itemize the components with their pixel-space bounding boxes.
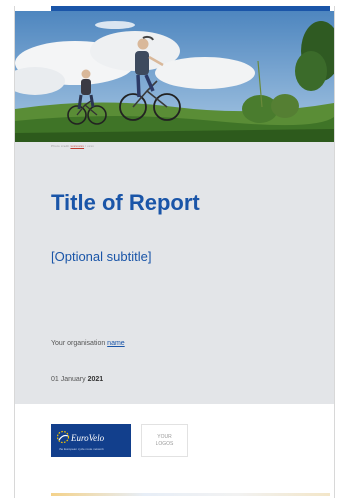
report-title: Title of Report [51, 190, 200, 215]
eurovelo-tagline: the European cycle route network [59, 447, 104, 451]
photo-caption: Photo credit xxxxxxxx / xxxx [51, 144, 94, 148]
caption-credit: xxxxxxxx [70, 144, 85, 148]
logo-placeholder: YOUR LOGOS [141, 424, 188, 457]
eurovelo-name: EuroVelo [71, 433, 105, 443]
title-panel [15, 142, 334, 404]
report-date: 01 January 2021 [51, 376, 103, 383]
organisation-line: Your organisation name [51, 340, 125, 347]
footer-strip [51, 493, 330, 496]
caption-prefix: Photo credit [51, 144, 71, 148]
report-cover-page: Photo credit xxxxxxxx / xxxx Title of Re… [14, 6, 335, 498]
eurovelo-star-icon [56, 430, 70, 444]
eurovelo-logo: EuroVelo the European cycle route networ… [51, 424, 131, 457]
hero-photo [15, 11, 334, 142]
logo-placeholder-line2: LOGOS [155, 441, 174, 447]
organisation-label: Your organisation [51, 340, 108, 347]
logo-placeholder-line1: YOUR [157, 434, 172, 440]
caption-suffix: / xxxx [84, 144, 94, 148]
date-year: 2021 [87, 376, 104, 383]
date-day: 01 January [51, 376, 88, 383]
organisation-name-link[interactable]: name [107, 340, 125, 347]
report-subtitle: [Optional subtitle] [51, 249, 152, 264]
